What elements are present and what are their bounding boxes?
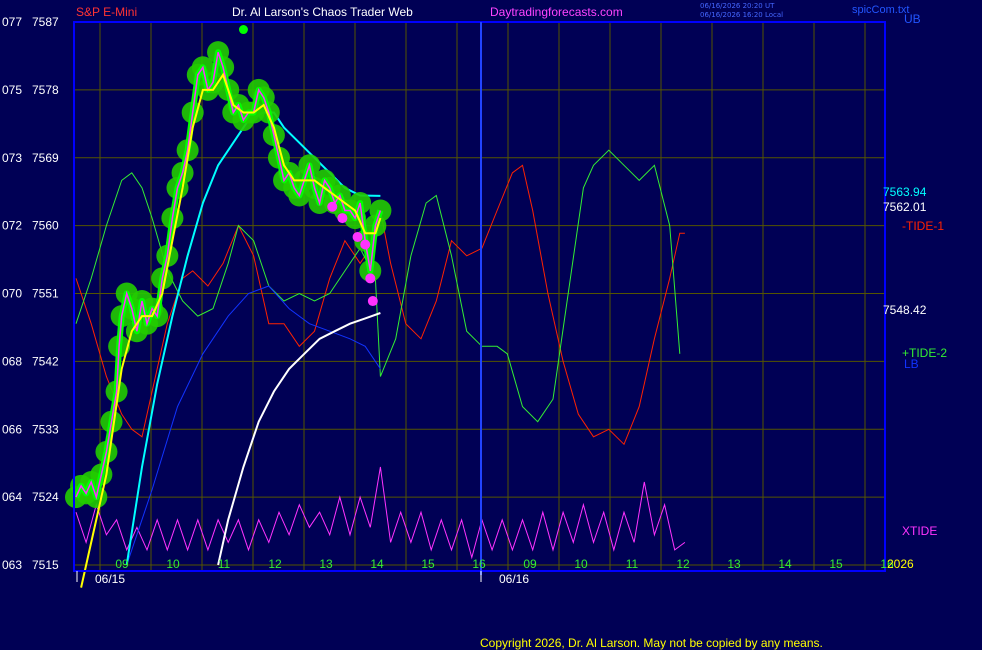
timestamp-local: 06/16/2026 16:20 Local xyxy=(700,11,784,19)
x-tick-label: 12 xyxy=(676,557,690,571)
y-tick-left: 073 xyxy=(2,151,22,165)
y-tick-left: 070 xyxy=(2,287,22,301)
value-label-short-average: 7563.94 xyxy=(883,185,927,199)
y-tick-right: 7551 xyxy=(32,287,59,301)
header-left-title: S&P E-Mini xyxy=(76,5,138,19)
x-tick-label: 15 xyxy=(829,557,843,571)
value-label-price: 7562.01 xyxy=(883,200,927,214)
x-tick-label: 14 xyxy=(370,557,384,571)
pivot-mark xyxy=(365,273,376,284)
x-tick-label: 16 xyxy=(472,557,486,571)
lb-label: LB xyxy=(904,357,919,371)
y-tick-left: 064 xyxy=(2,490,22,504)
x-tick-label: 11 xyxy=(626,557,639,571)
chaos-trader-chart: 09 10 11 12 13 14 15 16 09 10 11 12 13 14 15 16077 75870… xyxy=(0,0,982,650)
x-tick-label: 10 xyxy=(574,557,588,571)
tide1-label: -TIDE-1 xyxy=(902,219,944,233)
x-tick-label: 09 xyxy=(115,557,129,571)
pivot-mark xyxy=(327,201,338,212)
y-tick-right: 7569 xyxy=(32,151,59,165)
y-tick-left: 075 xyxy=(2,83,22,97)
y-tick-right: 7578 xyxy=(32,83,59,97)
x-tick-label: 15 xyxy=(421,557,435,571)
date-label: 06/16 xyxy=(499,572,529,586)
peak-mark xyxy=(238,25,248,35)
y-tick-right: 7560 xyxy=(32,219,59,233)
x-tick-label: 11 xyxy=(218,557,231,571)
xtide-label: XTIDE xyxy=(902,524,937,538)
timestamp-ut: 06/16/2026 20:20 UT xyxy=(700,2,775,10)
pivot-mark xyxy=(352,231,363,242)
x-tick-label: 09 xyxy=(523,557,537,571)
pivot-mark xyxy=(360,239,371,250)
y-tick-right: 7515 xyxy=(32,558,59,572)
pivot-mark xyxy=(337,213,348,224)
copyright-footer: Copyright 2026, Dr. Al Larson. May not b… xyxy=(480,636,823,650)
header-site-link[interactable]: Daytradingforecasts.com xyxy=(490,5,623,19)
year-label: 2026 xyxy=(887,557,914,571)
y-tick-right: 7587 xyxy=(32,15,59,29)
y-tick-left: 066 xyxy=(2,422,22,436)
y-tick-right: 7533 xyxy=(32,422,59,436)
pivot-mark xyxy=(367,296,378,307)
y-tick-right: 7542 xyxy=(32,354,59,368)
x-tick-label: 10 xyxy=(166,557,180,571)
corner-file-label: spicCom.txt xyxy=(852,4,910,16)
header-center-title: Dr. Al Larson's Chaos Trader Web xyxy=(232,5,413,19)
y-tick-left: 072 xyxy=(2,219,22,233)
date-label: 06/15 xyxy=(95,572,125,586)
x-tick-label: 14 xyxy=(778,557,792,571)
x-tick-label: 13 xyxy=(319,557,333,571)
value-label-long-average: 7548.42 xyxy=(883,303,927,317)
x-tick-label: 13 xyxy=(727,557,741,571)
y-tick-left: 063 xyxy=(2,558,22,572)
y-tick-left: 077 xyxy=(2,15,22,29)
ub-label: UB xyxy=(904,12,921,26)
y-tick-right: 7524 xyxy=(32,490,59,504)
x-tick-label: 12 xyxy=(268,557,282,571)
y-tick-left: 068 xyxy=(2,354,22,368)
